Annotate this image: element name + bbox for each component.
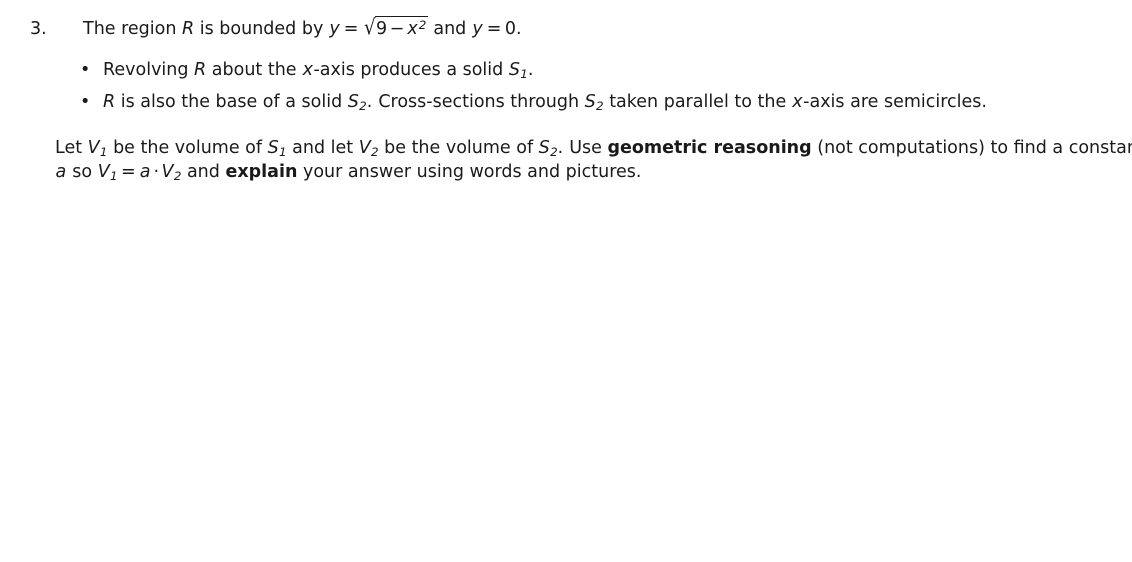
- v1-subscript: 1: [99, 145, 108, 160]
- bullet-item-1: • Revolving R about the x-axis produces a…: [80, 59, 1090, 83]
- problem-row: 3. The region R is bounded by y = √9− x2 an…: [0, 14, 1132, 43]
- bullet-dot-icon: •: [80, 60, 91, 80]
- bullet-2-solid-subscript: 2: [359, 98, 367, 113]
- closing-line2-tail: your answer using words and pictures.: [297, 162, 642, 183]
- equals-sign: =: [343, 19, 359, 39]
- closing-mid-4: (not computations) to find a constant: [811, 138, 1132, 158]
- bullet-1-axis-variable: x: [302, 60, 313, 80]
- bullet-2-tail: -axis are semicircles.: [803, 91, 987, 112]
- v2-variable: V: [358, 138, 371, 158]
- bullet-2-solid2-subscript: 2: [596, 98, 604, 113]
- radicand-variable: x: [407, 19, 418, 39]
- v1-variable: V: [87, 138, 100, 158]
- equals-sign-2: =: [486, 19, 502, 39]
- bullet-2-sentence2-lead: Cross-sections through: [378, 91, 585, 112]
- radicand-minus: −: [389, 19, 405, 39]
- y-variable: y: [329, 19, 340, 39]
- bullet-2-axis-variable: x: [792, 91, 803, 112]
- radicand-exponent: 2: [418, 17, 427, 32]
- closing-sentence2-lead: Use: [569, 138, 608, 158]
- closing-mid-2: and let: [286, 138, 359, 158]
- closing-period: .: [557, 138, 564, 158]
- bullet-item-2: • R is also the base of a solid S2. Cross-…: [80, 91, 1090, 115]
- s1-variable: S: [267, 138, 279, 158]
- problem-number: 3.: [30, 19, 47, 39]
- bullet-1-mid2: -axis produces a solid: [313, 60, 509, 80]
- square-root-expression: √9− x2: [362, 14, 428, 43]
- bullet-1-solid-subscript: 1: [520, 67, 528, 82]
- document-page: 3. The region R is bounded by y = √9− x2 an…: [0, 0, 1132, 562]
- radical-sign-icon: √: [363, 15, 376, 41]
- bullet-2-mid2: .: [366, 91, 373, 112]
- statement-zero: 0.: [504, 19, 522, 39]
- radicand-lead: 9: [376, 19, 388, 39]
- bullet-list: • Revolving R about the x-axis produces a…: [80, 59, 1090, 122]
- closing-line2-mid: and: [181, 162, 226, 183]
- y-variable-2: y: [472, 19, 483, 39]
- closing-line-1: Let V1 be the volume of S1 and let V2 be…: [55, 136, 1132, 160]
- bullet-1-solid-variable: S: [508, 60, 520, 80]
- region-variable: R: [182, 19, 195, 39]
- closing-line2-lead: so: [66, 162, 98, 183]
- bullet-1-tail: .: [527, 60, 534, 80]
- radicand: 9− x2: [374, 16, 428, 42]
- bullet-2-mid3: taken parallel to the: [603, 91, 792, 112]
- multiplication-dot: ·: [153, 162, 160, 183]
- closing-mid-3: be the volume of: [378, 138, 539, 158]
- bullet-1-mid: about the: [206, 60, 303, 80]
- closing-lead: Let: [55, 138, 88, 158]
- bullet-1-lead: Revolving: [103, 60, 195, 80]
- bullet-2-region-variable: R: [103, 91, 116, 112]
- s2-variable: S: [538, 138, 550, 158]
- constant-a-variable: a: [55, 162, 67, 183]
- statement-middle: is bounded by: [194, 19, 329, 39]
- bullet-1-region-variable: R: [194, 60, 207, 80]
- statement-prefix: The region: [83, 19, 183, 39]
- v2-subscript: 2: [370, 145, 379, 160]
- v2-variable-2: V: [161, 162, 174, 183]
- s1-subscript: 1: [279, 145, 287, 160]
- explain-emphasis: explain: [225, 162, 298, 183]
- closing-line-2: a so V1 = a · V2 and explain your answer usi…: [55, 160, 1093, 184]
- bullet-2-solid2-variable: S: [584, 91, 596, 112]
- bullet-2-solid-variable: S: [347, 91, 359, 112]
- bullet-dot-icon: •: [80, 91, 91, 112]
- closing-paragraph: Let V1 be the volume of S1 and let V2 be…: [55, 136, 1132, 184]
- equals-sign-3: =: [121, 162, 136, 183]
- bullet-2-mid: is also the base of a solid: [115, 91, 348, 112]
- problem-statement: The region R is bounded by y = √9− x2 and y…: [83, 14, 522, 43]
- geometric-reasoning-emphasis: geometric reasoning: [607, 138, 812, 158]
- constant-a-variable-2: a: [139, 162, 151, 183]
- closing-mid-1: be the volume of: [107, 138, 268, 158]
- v1-variable-2: V: [97, 162, 110, 183]
- s2-subscript: 2: [550, 145, 558, 160]
- statement-conjunction: and: [427, 19, 472, 39]
- v1-subscript-2: 1: [109, 169, 118, 184]
